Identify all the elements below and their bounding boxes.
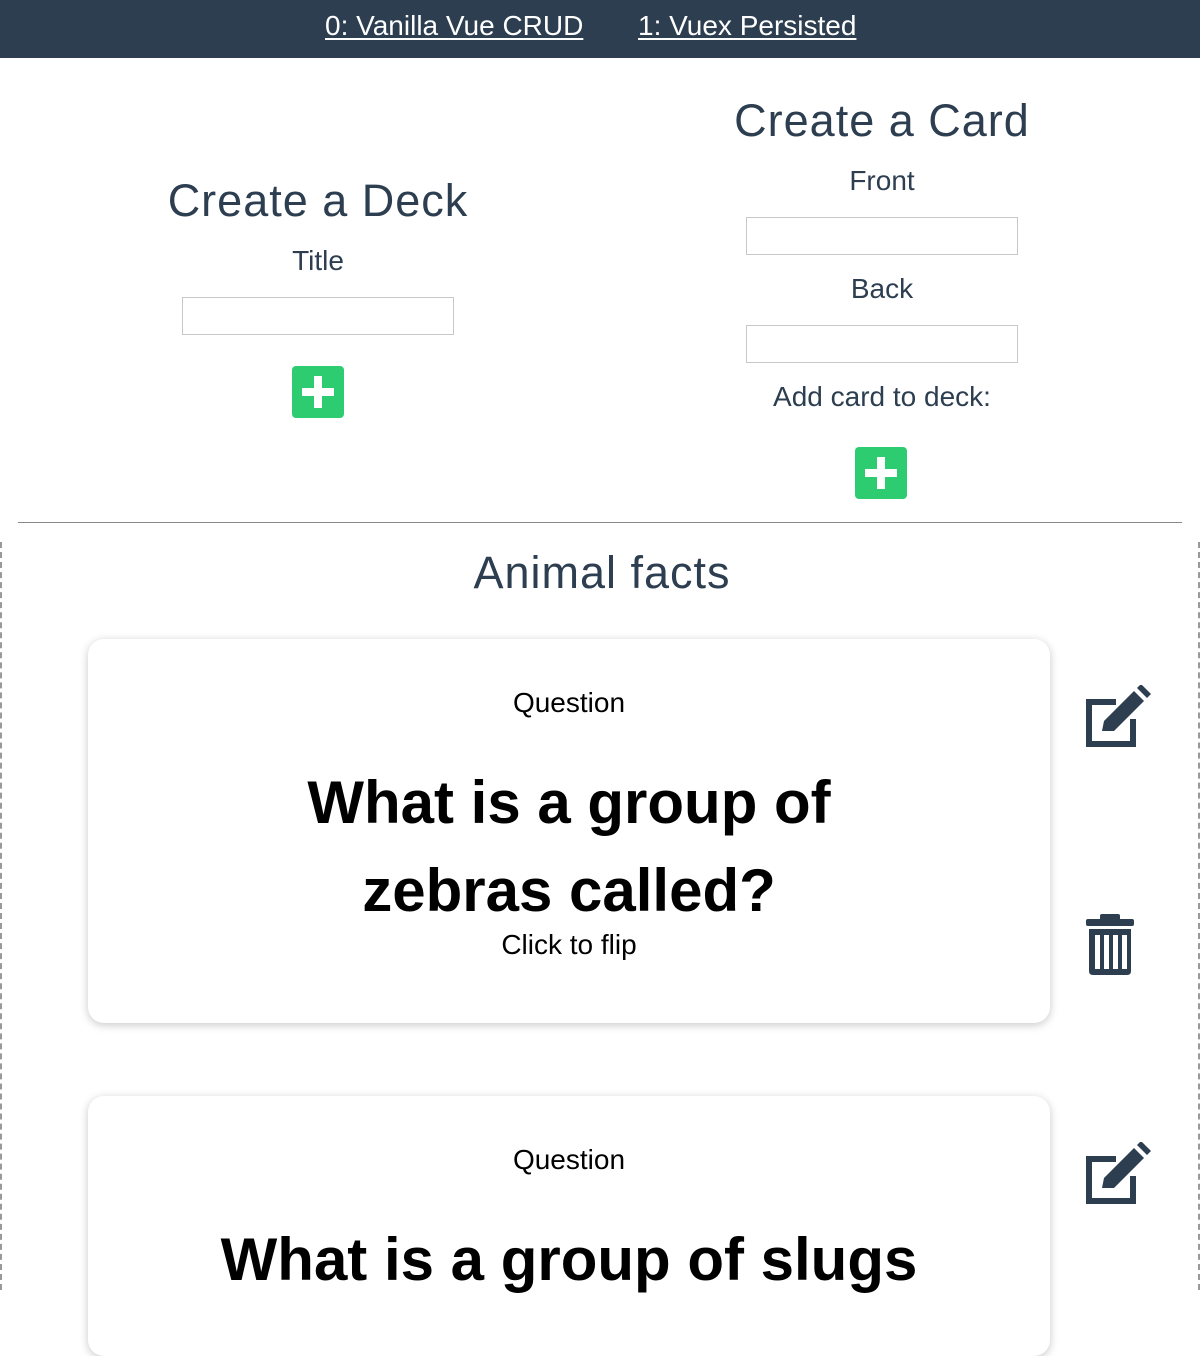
- top-nav: 0: Vanilla Vue CRUD 1: Vuex Persisted: [0, 0, 1200, 58]
- add-card-button[interactable]: [855, 447, 907, 499]
- card-back-label: Back: [850, 273, 914, 304]
- trash-icon: [1086, 914, 1134, 975]
- flashcard[interactable]: Question What is a group of slugs: [88, 1096, 1050, 1356]
- create-deck-heading: Create a Deck: [167, 175, 469, 226]
- create-deck-panel: Create a Deck Title: [118, 175, 518, 335]
- nav-link-vuex-persisted[interactable]: 1: Vuex Persisted: [638, 10, 856, 42]
- deck-title: Animal facts: [473, 547, 731, 598]
- deck-section: Animal facts Question What is a group of…: [0, 542, 1200, 1356]
- flip-hint: Click to flip: [501, 929, 637, 960]
- deck-title-input[interactable]: [182, 297, 454, 335]
- card-question: What is a group of slugs: [220, 1226, 918, 1293]
- delete-card-button[interactable]: [1082, 913, 1138, 982]
- card-side-label: Question: [512, 1144, 626, 1175]
- add-deck-button[interactable]: [292, 366, 344, 418]
- card-question: What is a group of zebras called?: [307, 769, 831, 924]
- card-back-input[interactable]: [746, 325, 1018, 363]
- add-to-deck-label: Add card to deck:: [773, 381, 991, 412]
- edit-icon: [1086, 684, 1151, 747]
- card-front-input[interactable]: [746, 217, 1018, 255]
- create-card-panel: Create a Card Front Back Add card to dec…: [682, 95, 1082, 413]
- flashcard[interactable]: Question What is a group of zebras calle…: [88, 639, 1050, 1023]
- nav-link-vanilla-vue-crud[interactable]: 0: Vanilla Vue CRUD: [325, 10, 583, 42]
- edit-card-button[interactable]: [1080, 684, 1152, 754]
- edit-card-button[interactable]: [1080, 1141, 1152, 1211]
- edit-icon: [1086, 1141, 1151, 1204]
- create-card-heading: Create a Card: [734, 95, 1030, 146]
- card-front-label: Front: [849, 165, 915, 196]
- section-divider: [18, 522, 1182, 523]
- deck-title-label: Title: [292, 245, 344, 276]
- card-side-label: Question: [512, 687, 626, 718]
